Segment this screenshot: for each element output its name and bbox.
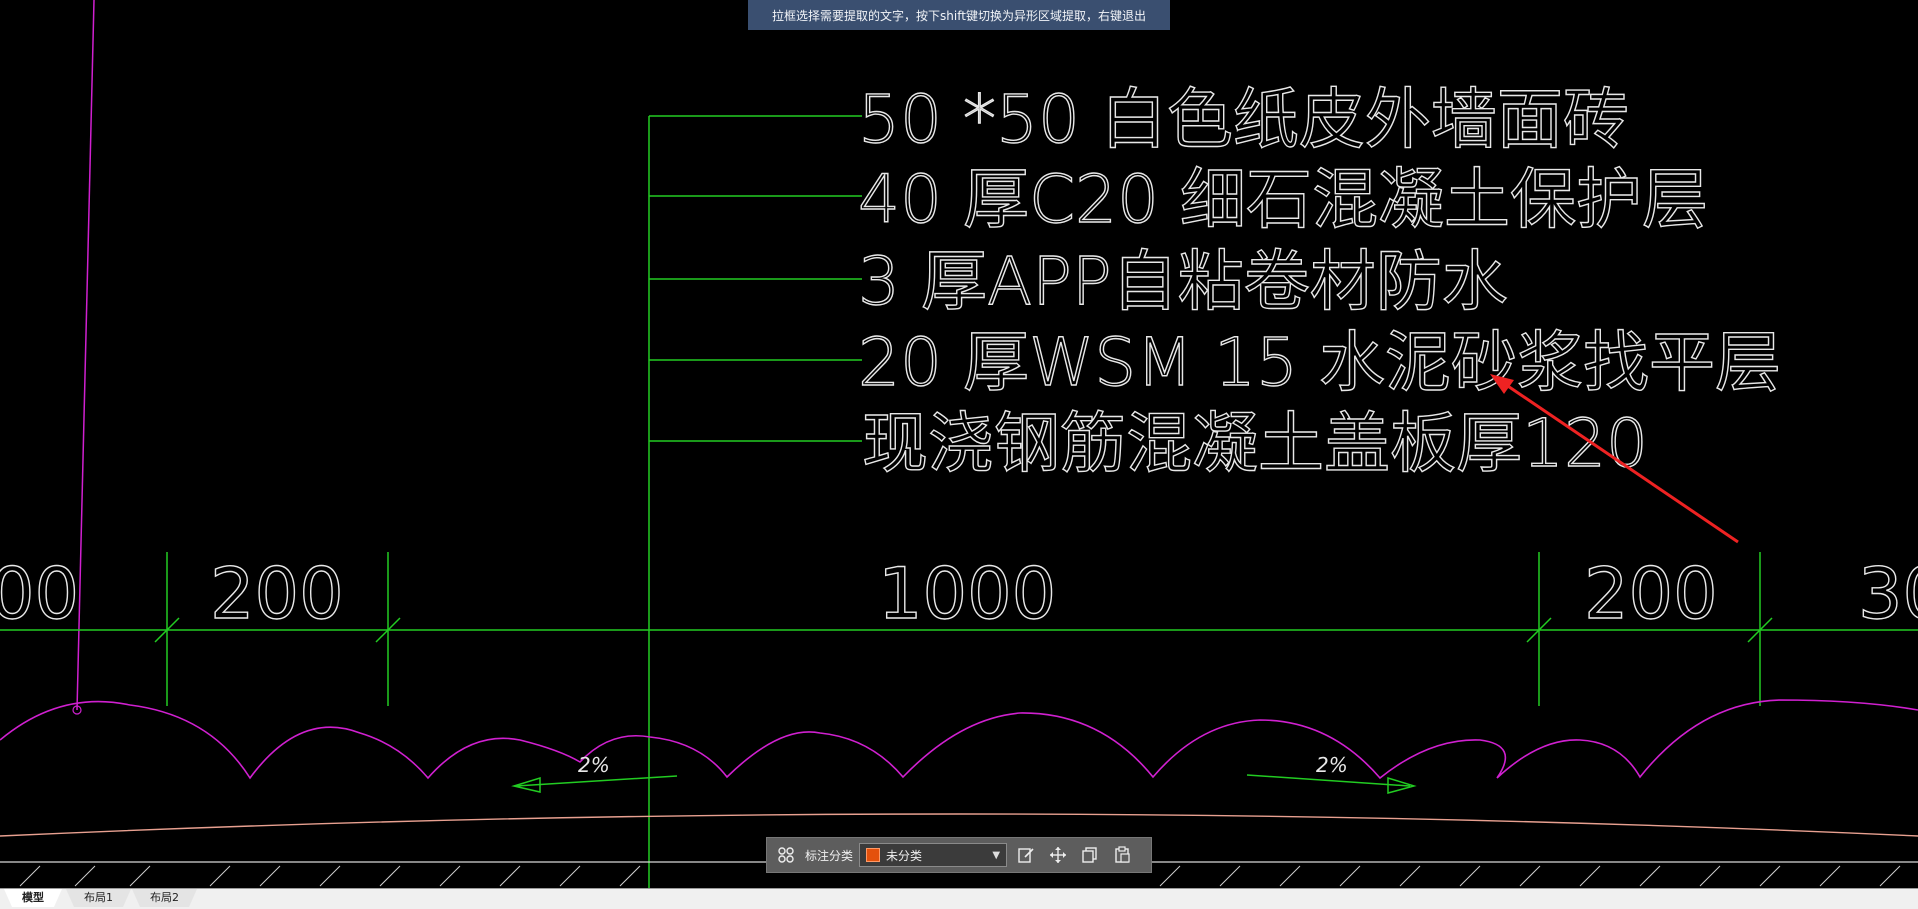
tab-layout2[interactable]: 布局2 <box>132 889 197 907</box>
dim-text-left[interactable]: 00 <box>0 552 80 635</box>
note-line-1[interactable]: 50 *50 白色纸皮外墙面砖 <box>857 80 1629 158</box>
magenta-guide-line <box>76 0 95 711</box>
category-label: 标注分类 <box>805 848 854 863</box>
edit-icon[interactable] <box>1013 842 1039 868</box>
dim-text-200-left[interactable]: 200 <box>209 552 344 635</box>
category-value: 未分类 <box>886 848 923 863</box>
note-line-4[interactable]: 20 厚WSM 15 水泥砂浆找平层 <box>857 323 1781 401</box>
hint-text: 拉框选择需要提取的文字，按下shift键切换为异形区域提取，右键退出 <box>772 8 1146 23</box>
annotation-toolbar: 标注分类 未分类 ▼ <box>766 837 1152 873</box>
extraction-hint-bar: 拉框选择需要提取的文字，按下shift键切换为异形区域提取，右键退出 <box>748 0 1170 30</box>
dim-text-right[interactable]: 30 <box>1857 552 1918 635</box>
dim-text-200-right[interactable]: 200 <box>1583 552 1718 635</box>
note-line-3[interactable]: 3 厚APP自粘卷材防水 <box>857 242 1508 320</box>
category-color-swatch <box>866 848 881 862</box>
tab-model[interactable]: 模型 <box>4 889 62 907</box>
grid-icon[interactable] <box>773 842 799 868</box>
note-line-2[interactable]: 40 厚C20 细石混凝土保护层 <box>857 160 1708 238</box>
dim-text-1000[interactable]: 1000 <box>877 552 1057 635</box>
layout-tab-strip: 模型 布局1 布局2 <box>0 888 1918 909</box>
paste-icon[interactable] <box>1109 842 1135 868</box>
tab-layout1[interactable]: 布局1 <box>66 889 131 907</box>
tile-profile-arcs <box>0 699 1918 780</box>
cad-drawing-canvas[interactable]: 50 *50 白色纸皮外墙面砖 40 厚C20 细石混凝土保护层 3 厚APP自… <box>0 0 1918 888</box>
note-line-5[interactable]: 现浇钢筋混凝土盖板厚120 <box>861 404 1648 482</box>
slope-text-left[interactable]: 2% <box>578 753 610 777</box>
chevron-down-icon: ▼ <box>992 849 1001 861</box>
copy-icon[interactable] <box>1077 842 1103 868</box>
slab-top-line <box>0 813 1918 837</box>
slope-text-right[interactable]: 2% <box>1316 753 1348 777</box>
category-select[interactable]: 未分类 ▼ <box>859 843 1008 867</box>
move-icon[interactable] <box>1045 842 1071 868</box>
